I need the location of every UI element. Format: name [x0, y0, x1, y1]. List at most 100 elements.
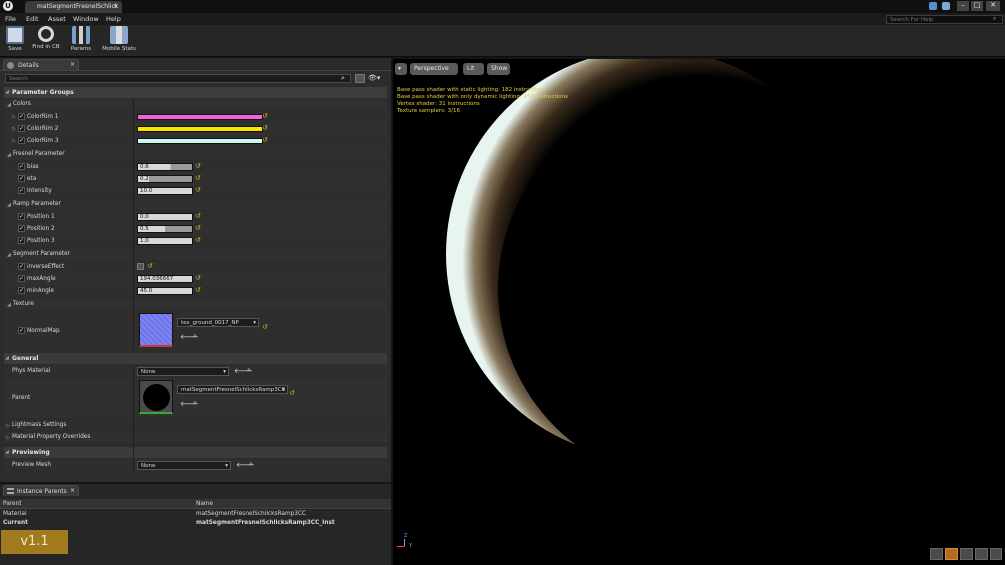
reset-to-default-icon[interactable]: ↺: [195, 274, 201, 282]
document-tab[interactable]: matSegmentFresnelSchlick ×: [25, 1, 122, 13]
reset-to-default-icon[interactable]: ↺: [195, 162, 201, 170]
parameter-checkbox[interactable]: ✓: [18, 187, 25, 194]
close-instance-parents-tab-icon[interactable]: ×: [70, 487, 75, 494]
color-swatch[interactable]: [137, 114, 263, 120]
plane-preview-icon[interactable]: [960, 548, 973, 560]
params-button[interactable]: Params: [68, 26, 94, 56]
segment-group-row[interactable]: ◢ Segment Parameter: [4, 249, 387, 260]
sphere-preview-icon[interactable]: [945, 548, 958, 560]
browse-asset-icon[interactable]: ⌕: [247, 366, 251, 375]
cylinder-preview-icon[interactable]: [930, 548, 943, 560]
minimize-button[interactable]: –: [957, 1, 969, 11]
parameter-checkbox[interactable]: ✓: [18, 287, 25, 294]
notification-icon[interactable]: [942, 2, 950, 10]
close-window-button[interactable]: ✕: [986, 1, 1000, 11]
texture-group-row[interactable]: ◢ Texture: [4, 299, 387, 310]
cube-preview-icon[interactable]: [975, 548, 988, 560]
menu-file[interactable]: File: [5, 15, 16, 23]
phys-material-combo[interactable]: None ▾: [137, 367, 229, 376]
colors-group-row[interactable]: ◢ Colors: [4, 99, 387, 110]
column-splitter[interactable]: [133, 365, 134, 471]
lightmass-settings-row[interactable]: ▷ Lightmass Settings: [4, 420, 387, 431]
color-swatch[interactable]: [137, 138, 263, 144]
viewport-options-button[interactable]: ▾: [395, 63, 407, 75]
expand-arrow-icon[interactable]: ▷: [12, 138, 16, 144]
normalmap-asset-combo[interactable]: tex_ground_0017_NP ▾: [177, 318, 259, 327]
previewing-section-header[interactable]: ◢ Previewing: [4, 447, 387, 458]
column-splitter[interactable]: [133, 99, 134, 349]
menu-asset[interactable]: Asset: [48, 15, 66, 23]
inverse-effect-checkbox[interactable]: [137, 263, 144, 270]
close-details-tab-icon[interactable]: ×: [70, 61, 75, 68]
maximize-button[interactable]: □: [971, 1, 983, 11]
intensity-spinbox[interactable]: 10.0: [137, 187, 193, 195]
position-1-spinbox[interactable]: 0.0: [137, 213, 193, 221]
browse-asset-icon[interactable]: ⌕: [249, 460, 253, 469]
details-tab[interactable]: Details ×: [3, 59, 79, 70]
reset-to-default-icon[interactable]: ↺: [195, 186, 201, 194]
table-row[interactable]: Material matSegmentFresnelSchlicksRamp3C…: [0, 510, 391, 519]
menu-edit[interactable]: Edit: [26, 15, 39, 23]
parameter-checkbox[interactable]: ✓: [18, 327, 25, 334]
menu-help[interactable]: Help: [106, 15, 121, 23]
search-help-input[interactable]: [886, 15, 1003, 24]
show-button[interactable]: Show: [487, 63, 510, 75]
parent-combo[interactable]: matSegmentFresnelSchlicksRamp3CC ▾: [177, 385, 288, 394]
help-icon[interactable]: [929, 2, 937, 10]
reset-to-default-icon[interactable]: ↺: [289, 389, 295, 397]
fresnel-group-row[interactable]: ◢ Fresnel Parameter: [4, 149, 387, 160]
details-search-input[interactable]: [5, 74, 351, 83]
normalmap-thumbnail[interactable]: [139, 313, 173, 347]
general-section-header[interactable]: ◢ General: [4, 353, 387, 364]
instance-parents-tab[interactable]: Instance Parents ×: [3, 485, 79, 496]
min-angle-spinbox[interactable]: 45.0: [137, 287, 193, 295]
view-options-eye-icon[interactable]: 👁▾: [368, 74, 386, 83]
reset-to-default-icon[interactable]: ↺: [195, 224, 201, 232]
material-property-overrides-row[interactable]: ▷ Material Property Overrides: [4, 432, 387, 443]
parameter-checkbox[interactable]: ✓: [18, 125, 25, 132]
preview-viewport[interactable]: ▾ Perspective Lit Show Base pass shader …: [393, 59, 1005, 565]
parameter-checkbox[interactable]: ✓: [18, 163, 25, 170]
reset-to-default-icon[interactable]: ↺: [195, 174, 201, 182]
parameter-checkbox[interactable]: ✓: [18, 275, 25, 282]
reset-to-default-icon[interactable]: ↺: [262, 323, 268, 331]
parameter-checkbox[interactable]: ✓: [18, 263, 25, 270]
parameter-checkbox[interactable]: ✓: [18, 137, 25, 144]
menu-window[interactable]: Window: [73, 15, 99, 23]
teapot-preview-icon[interactable]: [990, 548, 1002, 560]
parameter-checkbox[interactable]: ✓: [18, 175, 25, 182]
expand-arrow-icon[interactable]: ▷: [12, 126, 16, 132]
reset-to-default-icon[interactable]: ↺: [262, 112, 268, 120]
expand-arrow-icon[interactable]: ▷: [12, 114, 16, 120]
browse-asset-icon[interactable]: ⌕: [193, 399, 197, 408]
parameter-checkbox[interactable]: ✓: [18, 225, 25, 232]
max-angle-spinbox[interactable]: 194.036667: [137, 275, 193, 283]
lit-button[interactable]: Lit: [463, 63, 484, 75]
save-button[interactable]: Save: [4, 26, 26, 56]
reset-to-default-icon[interactable]: ↺: [195, 286, 201, 294]
reset-to-default-icon[interactable]: ↺: [195, 212, 201, 220]
browse-asset-icon[interactable]: ⌕: [193, 332, 197, 341]
column-header-parent[interactable]: Parent: [3, 501, 22, 507]
reset-to-default-icon[interactable]: ↺: [195, 236, 201, 244]
preview-mesh-combo[interactable]: None ▾: [137, 461, 231, 470]
parent-thumbnail[interactable]: [139, 380, 173, 414]
color-swatch[interactable]: [137, 126, 263, 132]
reset-to-default-icon[interactable]: ↺: [262, 124, 268, 132]
property-matrix-icon[interactable]: [355, 74, 365, 83]
parameter-checkbox[interactable]: ✓: [18, 213, 25, 220]
close-tab-icon[interactable]: ×: [113, 3, 118, 10]
mobile-stats-button[interactable]: Mobile Stats: [99, 26, 139, 56]
reset-to-default-icon[interactable]: ↺: [147, 262, 153, 270]
position-2-spinbox[interactable]: 0.5: [137, 225, 193, 233]
column-header-name[interactable]: Name: [196, 501, 213, 507]
parameter-checkbox[interactable]: ✓: [18, 237, 25, 244]
parameter-groups-header[interactable]: ◢ Parameter Groups: [4, 87, 387, 98]
bias-spinbox[interactable]: 0.6: [137, 163, 193, 171]
reset-to-default-icon[interactable]: ↺: [262, 136, 268, 144]
eta-spinbox[interactable]: 0.2: [137, 175, 193, 183]
ramp-group-row[interactable]: ◢ Ramp Parameter: [4, 199, 387, 210]
perspective-button[interactable]: Perspective: [410, 63, 458, 75]
parameter-checkbox[interactable]: ✓: [18, 113, 25, 120]
position-3-spinbox[interactable]: 1.0: [137, 237, 193, 245]
